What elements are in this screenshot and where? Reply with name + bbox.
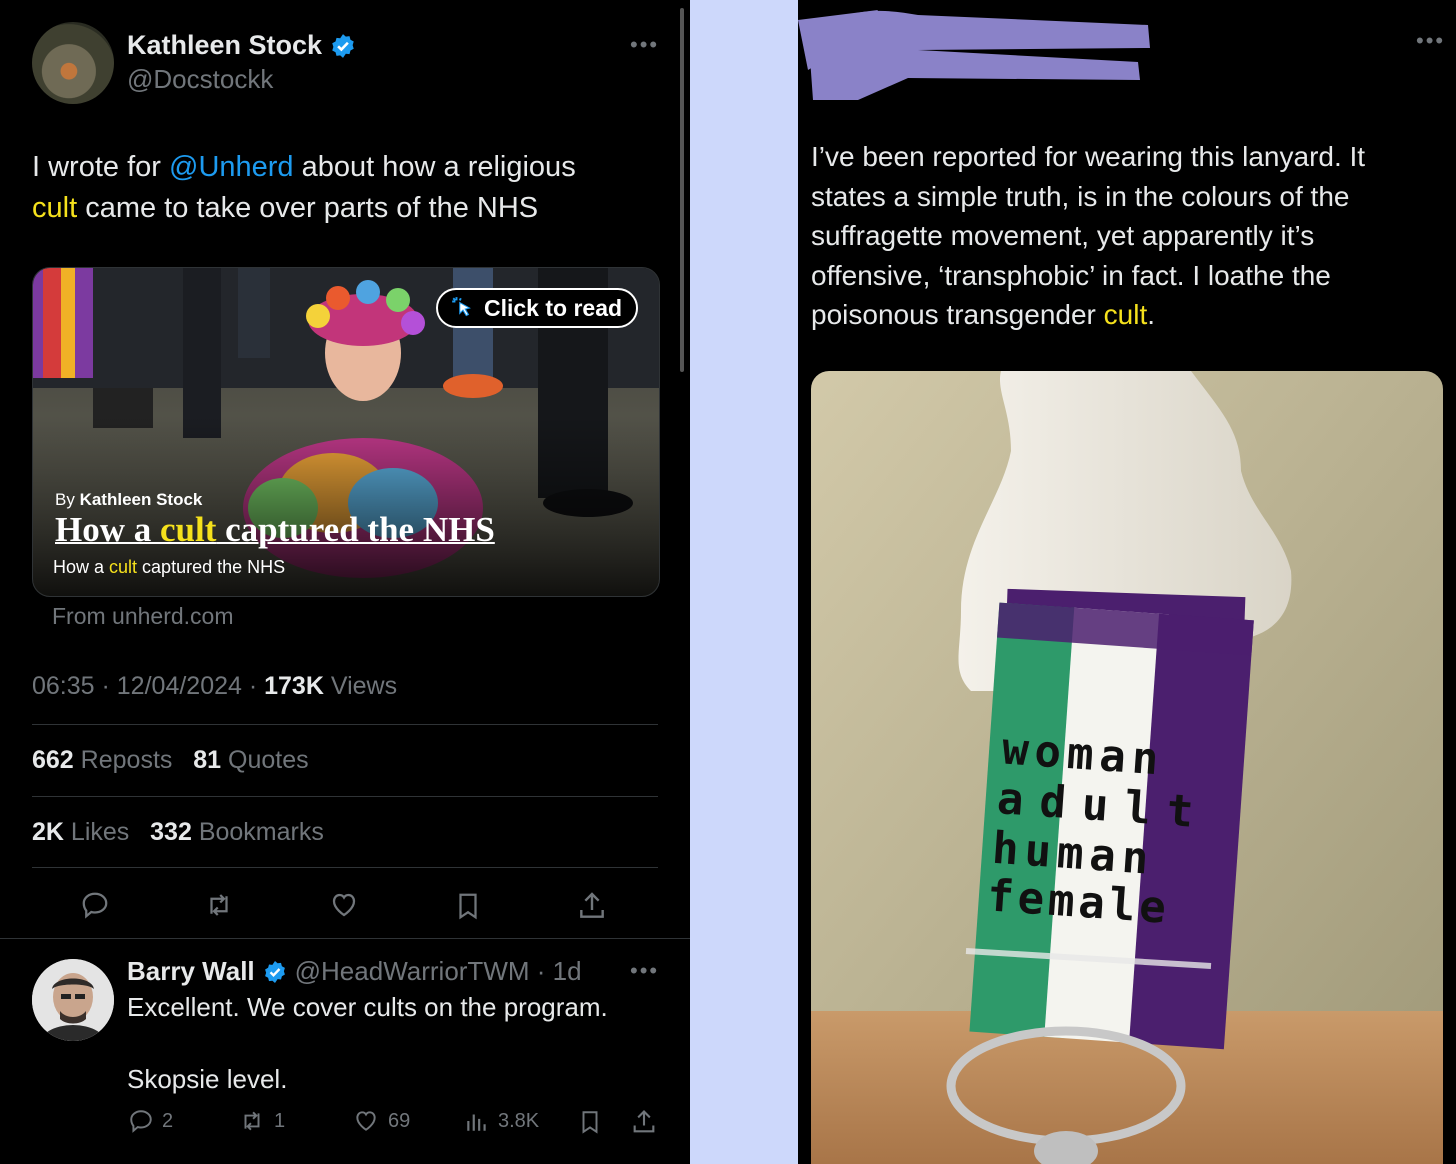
reply-author-name-text[interactable]: Barry Wall: [127, 956, 255, 987]
bookmark-icon[interactable]: [453, 890, 483, 922]
like-icon[interactable]: [328, 890, 360, 920]
subtitle-part: captured the NHS: [137, 557, 286, 577]
repost-icon[interactable]: [203, 890, 235, 920]
tweet-text-part: about how a religious: [293, 151, 576, 183]
right-tweet-text: I’ve been reported for wearing this lany…: [811, 137, 1451, 335]
time: 06:35: [32, 672, 95, 700]
reply-bookmark-icon[interactable]: [577, 1108, 603, 1136]
likes-count: 2K: [32, 818, 64, 846]
reply-avatar-image: [32, 959, 114, 1041]
reply-share-icon[interactable]: [630, 1108, 658, 1136]
bookmarks-label: Bookmarks: [198, 818, 324, 846]
views-count: 173K: [264, 672, 324, 700]
reply-handle-text[interactable]: @HeadWarriorTWM: [295, 956, 530, 986]
more-options-icon[interactable]: •••: [1416, 28, 1445, 54]
reply-views-count: 3.8K: [498, 1109, 540, 1132]
cursor-click-icon: [452, 297, 471, 317]
subtitle-highlight: cult: [109, 557, 138, 577]
quotes-count: 81: [193, 746, 222, 774]
right-tweet-panel: ••• I’ve been reported for wearing this …: [798, 0, 1456, 1164]
reply-like-button[interactable]: 69: [352, 1108, 410, 1134]
tweet-line: states a simple truth, is in the colours…: [811, 180, 1350, 212]
left-tweet-panel: Kathleen Stock @Docstockk ••• I wrote fo…: [0, 0, 690, 1164]
highlighted-word: cult: [32, 192, 78, 224]
date: 12/04/2024: [116, 672, 242, 700]
headline-highlight: cult: [160, 510, 217, 549]
reply-likes-count: 69: [388, 1109, 411, 1132]
reply-author-name[interactable]: Barry Wall @HeadWarriorTWM · 1d: [127, 956, 582, 987]
reply-text-line1: Excellent. We cover cults on the program…: [127, 992, 608, 1022]
tweet-line: I’ve been reported for wearing this lany…: [811, 141, 1366, 172]
reply-avatar[interactable]: [32, 959, 114, 1041]
lanyard-photo-image: woman adult human female: [811, 371, 1443, 1164]
card-subtitle: How a cult captured the NHS: [53, 557, 285, 578]
verified-badge-icon: [264, 960, 285, 983]
headline-part: captured the NHS: [216, 510, 495, 549]
reply-replies-count: 2: [162, 1109, 174, 1132]
tweet-line-part: .: [1147, 299, 1156, 330]
reply-reply-button[interactable]: 2: [128, 1108, 173, 1134]
card-source[interactable]: From unherd.com: [52, 603, 234, 630]
quotes-label: Quotes: [228, 746, 309, 774]
like-icon: [356, 1111, 376, 1131]
card-byline: By Kathleen Stock: [55, 490, 202, 510]
tweet-text: I wrote for @Unherd about how a religiou…: [32, 147, 652, 229]
author-name[interactable]: Kathleen Stock: [127, 30, 356, 61]
card-headline[interactable]: How a cult captured the NHS: [55, 510, 495, 550]
reposts-label: Reposts: [80, 746, 173, 774]
likes-bookmarks-row[interactable]: 2K Likes 332 Bookmarks: [32, 818, 324, 847]
reply-more-options-icon[interactable]: •••: [630, 958, 659, 984]
repost-icon: [244, 1111, 260, 1131]
author-handle[interactable]: @Docstockk: [127, 64, 273, 95]
reply-text-line2: Skopsie level.: [127, 1064, 288, 1094]
views-label: Views: [330, 672, 398, 700]
click-to-read-button[interactable]: Click to read: [436, 288, 639, 328]
byline-author: Kathleen Stock: [79, 490, 203, 509]
link-card[interactable]: Click to read By Kathleen Stock How a cu…: [32, 267, 660, 597]
byline-prefix: By: [55, 490, 80, 509]
tweet-line: poisonous transgender cult.: [811, 295, 1451, 335]
subtitle-part: How a: [53, 557, 110, 577]
divider: [32, 796, 658, 797]
verified-badge-icon: [332, 33, 354, 58]
divider: [32, 724, 658, 725]
likes-label: Likes: [70, 818, 130, 846]
reply-icon[interactable]: [80, 890, 110, 920]
views-icon: [467, 1114, 486, 1131]
author-name-text[interactable]: Kathleen Stock: [127, 30, 322, 61]
divider: [32, 867, 658, 868]
bookmarks-count: 332: [150, 818, 192, 846]
reply-handle[interactable]: @HeadWarriorTWM · 1d: [295, 956, 582, 987]
reply-reposts-count: 1: [274, 1109, 286, 1132]
tweet-line: suffragette movement, yet apparently it’…: [811, 220, 1315, 251]
tweet-timestamp: 06:35 · 12/04/2024 · 173K Views: [32, 672, 398, 700]
reply-views-button[interactable]: 3.8K: [464, 1108, 539, 1134]
author-avatar[interactable]: [32, 22, 114, 104]
reply-age: 1d: [552, 956, 582, 986]
tweet-text-part: came to take over parts of the NHS: [77, 192, 539, 224]
share-icon[interactable]: [576, 890, 608, 922]
headline-part: How a: [55, 510, 160, 549]
tweet-line-part: poisonous transgender: [811, 299, 1104, 330]
redaction-scribble: [798, 10, 1150, 100]
click-to-read-label: Click to read: [484, 294, 623, 321]
reply-repost-button[interactable]: 1: [238, 1108, 285, 1134]
tweet-line: offensive, ‘transphobic’ in fact. I loat…: [811, 259, 1331, 291]
highlighted-word: cult: [1103, 299, 1148, 330]
scrollbar[interactable]: [680, 8, 684, 372]
reposts-count: 662: [32, 746, 74, 774]
reposts-quotes-row[interactable]: 662 Reposts 81 Quotes: [32, 746, 309, 775]
divider: [0, 938, 690, 939]
mention-link[interactable]: @Unherd: [169, 151, 294, 183]
reply-icon: [130, 1110, 152, 1133]
lanyard-photo[interactable]: woman adult human female: [811, 371, 1443, 1164]
tweet-text-part: I wrote for: [32, 151, 169, 183]
more-options-icon[interactable]: •••: [630, 32, 659, 58]
